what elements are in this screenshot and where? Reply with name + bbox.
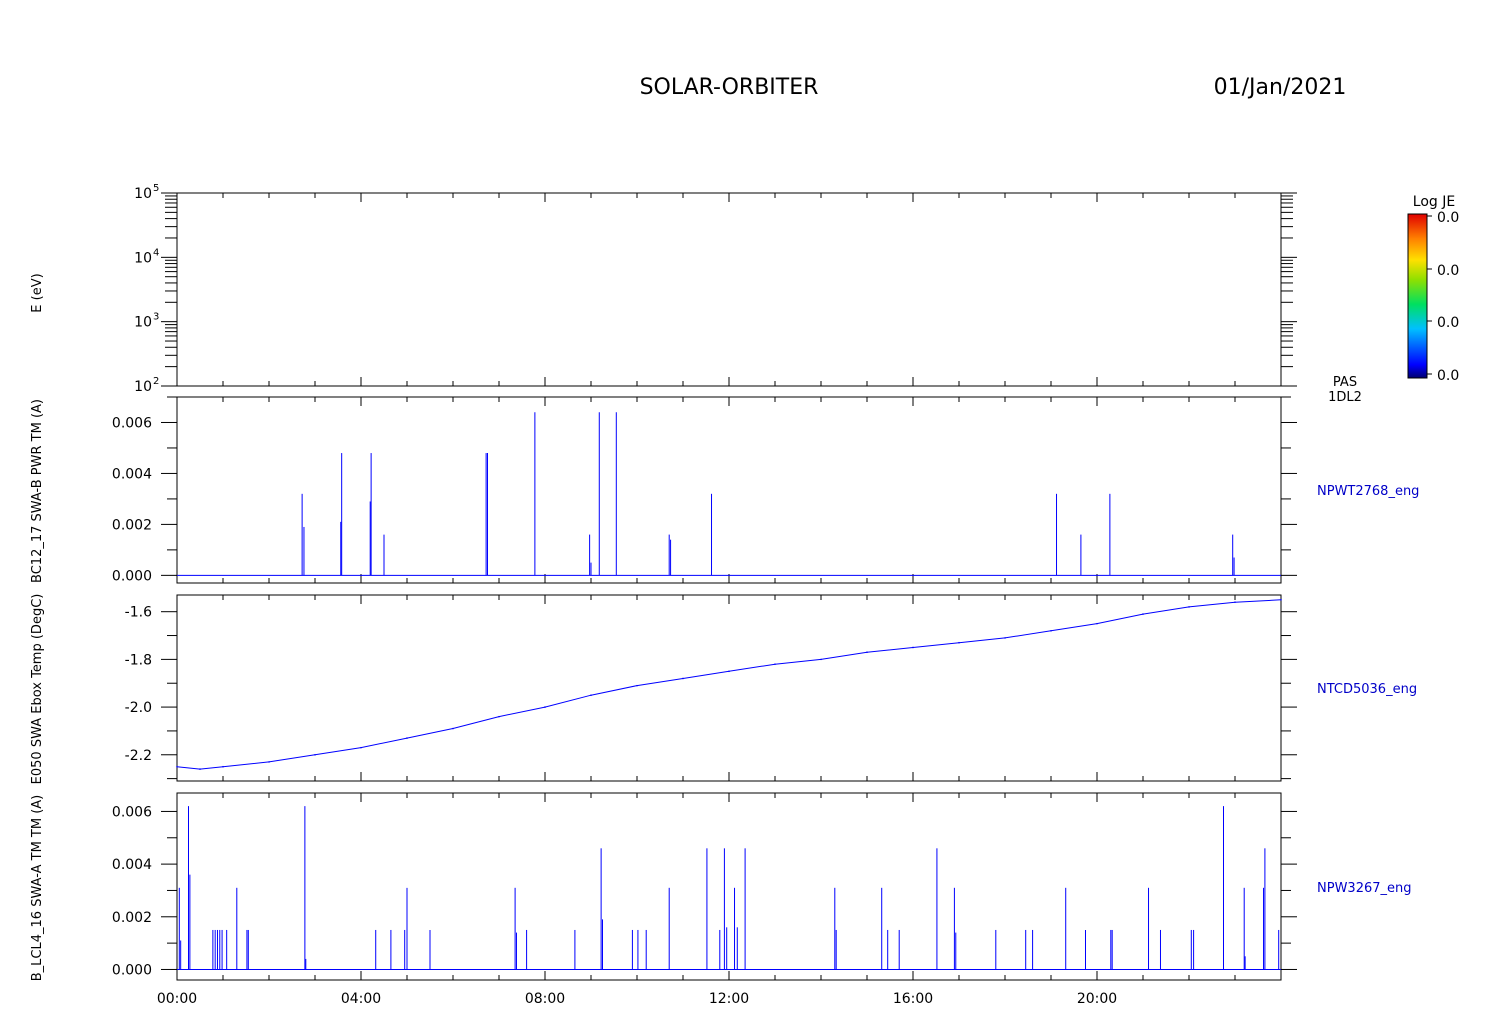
data-point xyxy=(314,753,316,756)
data-point xyxy=(1234,601,1236,603)
colorbar-label-4: 0.0 xyxy=(1437,368,1459,384)
y-tick-label-exponent: 4 xyxy=(153,247,159,258)
y-tick-label: -1.8 xyxy=(125,652,152,668)
y-tick-label-exponent: 2 xyxy=(153,376,159,387)
panel-2-frame xyxy=(176,396,1282,584)
panel-3-ylabel: E050 SWA Ebox Temp (DegC) xyxy=(30,594,45,785)
panel-1-frame xyxy=(176,192,1282,387)
y-tick-label: 10 xyxy=(134,250,152,266)
mission-title: SOLAR-ORBITER xyxy=(640,75,819,100)
data-point xyxy=(199,768,201,770)
data-point xyxy=(1004,637,1006,639)
data-point xyxy=(820,658,822,661)
y-tick-label: 0.004 xyxy=(112,466,152,482)
panel-4-series-label: NPW3267_eng xyxy=(1317,881,1412,896)
data-point xyxy=(1142,613,1144,615)
y-tick-label: 10 xyxy=(134,379,152,395)
data-point xyxy=(1050,629,1052,632)
panel-2-series-label: NPWT2768_eng xyxy=(1317,484,1419,499)
panel-1-side-label-2: 1DL2 xyxy=(1328,390,1362,405)
x-tick-label: 12:00 xyxy=(709,991,749,1007)
y-tick-label: 10 xyxy=(134,315,152,331)
y-tick-label: -2.2 xyxy=(125,748,152,764)
y-tick-label: 10 xyxy=(134,186,152,202)
y-tick-label: -2.0 xyxy=(125,700,152,716)
data-point xyxy=(498,715,500,718)
data-point xyxy=(774,663,776,665)
y-tick-label: 0.002 xyxy=(112,517,152,533)
data-point xyxy=(544,706,546,708)
y-tick-label: 0.006 xyxy=(112,415,152,431)
colorbar-label-3: 0.0 xyxy=(1437,315,1459,331)
panel-1-ylabel: E (eV) xyxy=(30,273,45,312)
colorbar-ticks xyxy=(1427,215,1432,375)
y-tick-label: 0.000 xyxy=(112,962,152,978)
x-tick-label: 04:00 xyxy=(341,991,381,1007)
panel-4-ylabel: B_LCL4_16 SWA-A TM TM (A) xyxy=(30,795,45,981)
colorbar-title: Log JE xyxy=(1413,194,1455,210)
y-tick-label-exponent: 5 xyxy=(153,183,159,194)
y-tick-label: 0.002 xyxy=(112,910,152,926)
temperature-series xyxy=(176,599,1282,770)
y-tick-label: 0.006 xyxy=(112,804,152,820)
data-point xyxy=(1280,598,1282,601)
colorbar xyxy=(1407,213,1428,379)
panel-4-frame xyxy=(176,792,1282,981)
data-point xyxy=(176,765,178,768)
date-label: 01/Jan/2021 xyxy=(1214,75,1347,100)
colorbar-label-1: 0.0 xyxy=(1437,210,1459,226)
data-point xyxy=(452,727,454,730)
data-point xyxy=(406,737,408,739)
data-point xyxy=(1188,606,1190,608)
data-point xyxy=(590,694,592,696)
x-tick-label: 08:00 xyxy=(525,991,565,1007)
data-point xyxy=(958,641,960,644)
y-tick-label: 0.004 xyxy=(112,857,152,873)
data-point xyxy=(268,761,270,763)
y-tick-label: -1.6 xyxy=(125,605,152,621)
panel-3-frame xyxy=(176,594,1282,782)
data-point xyxy=(728,670,730,673)
data-point xyxy=(222,765,224,768)
data-point xyxy=(866,651,868,654)
data-point xyxy=(682,677,684,680)
colorbar-label-2: 0.0 xyxy=(1437,263,1459,279)
panel-3-series-label: NTCD5036_eng xyxy=(1317,682,1417,697)
data-point xyxy=(912,646,914,649)
chart-canvas: SOLAR-ORBITER 01/Jan/2021 Log JE 0.0 0.0… xyxy=(30,75,1459,1007)
x-tick-label: 16:00 xyxy=(893,991,933,1007)
y-tick-label-exponent: 3 xyxy=(153,312,159,323)
x-tick-label: 20:00 xyxy=(1077,991,1117,1007)
y-tick-label: 0.000 xyxy=(112,568,152,584)
data-point xyxy=(636,684,638,687)
panel-1-side-label-1: PAS xyxy=(1333,375,1357,390)
data-point xyxy=(1096,622,1098,625)
x-tick-label: 00:00 xyxy=(157,991,197,1007)
data-point xyxy=(360,746,362,749)
panel-2-ylabel: BC12_17 SWA-B PWR TM (A) xyxy=(30,399,45,583)
